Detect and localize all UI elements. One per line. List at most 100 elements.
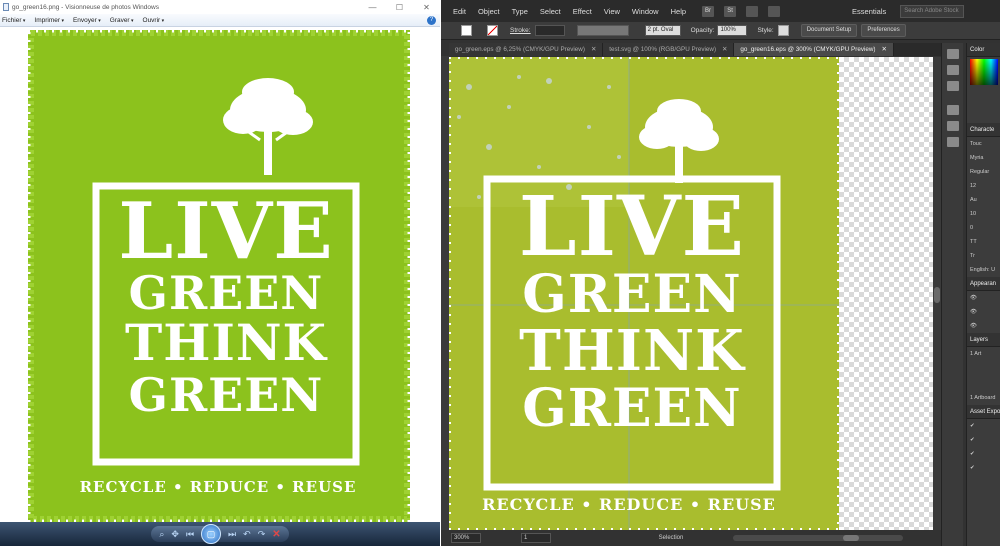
zoom-icon[interactable]: ⌕ [159,529,164,540]
previous-icon[interactable]: ⏮ [186,529,194,540]
tab-test-svg[interactable]: test.svg @ 100% (RGB/GPU Preview) ✕ [603,43,735,56]
minimize-button[interactable]: — [359,3,386,12]
brushes-icon[interactable] [946,65,959,75]
font-size-field[interactable]: 12 [967,179,1000,193]
menu-envoyer[interactable]: Envoyer [73,17,101,24]
character-panel-header[interactable]: Characte [967,123,1000,137]
font-style-field[interactable]: Regular [967,165,1000,179]
adobe-stock-search-input[interactable]: Search Adobe Stock [900,4,965,18]
vertical-scrollbar[interactable] [933,57,941,530]
variable-width-field[interactable] [576,25,629,36]
menu-effect[interactable]: Effect [573,7,592,16]
tab-go-green-eps[interactable]: go_green.eps @ 6,25% (CMYK/GPU Preview) ✕ [449,43,604,56]
brush-definition-field[interactable]: 2 pt. Oval [644,25,681,36]
menu-object[interactable]: Object [478,7,500,16]
close-button[interactable]: ✕ [413,3,440,12]
touch-type-tool[interactable]: Touc [967,137,1000,151]
align-icon[interactable] [946,105,959,115]
stock-icon[interactable]: St [724,5,737,17]
appearance-panel-header[interactable]: Appearan [967,277,1000,291]
status-bar: 300% 1 Selection [449,530,941,546]
rotate-left-icon[interactable]: ↶ [243,529,251,540]
menu-select[interactable]: Select [540,7,561,16]
help-icon[interactable]: ? [427,15,436,25]
opacity-label: Opacity: [690,27,715,34]
character-rotation-field[interactable]: 0 [967,221,1000,235]
gpu-performance-icon[interactable] [768,5,781,17]
close-icon[interactable]: ✕ [722,46,727,53]
tab-label: test.svg @ 100% (RGB/GPU Preview) [609,46,717,53]
stroke-weight-field[interactable] [534,25,565,36]
illustrator-window: Edit Object Type Select Effect View Wind… [441,0,1000,546]
poster-green-text: GREEN [128,266,324,320]
asset-export-panel-header[interactable]: Asset Expo [967,405,1000,419]
layer-row[interactable]: 1 Art [967,347,1000,361]
fill-swatch[interactable] [461,25,472,36]
pathfinder-icon[interactable] [946,137,959,147]
workspace-switcher[interactable]: Essentials [852,7,886,16]
preferences-button[interactable]: Preferences [861,24,906,37]
actual-size-icon[interactable]: ✥ [171,529,179,540]
menu-type[interactable]: Type [512,7,528,16]
visibility-eye-icon[interactable]: 👁 [967,319,1000,333]
scroll-thumb[interactable] [934,287,940,303]
horizontal-scrollbar[interactable] [733,535,903,541]
symbols-icon[interactable] [946,81,959,91]
menu-window[interactable]: Window [632,7,659,16]
next-icon[interactable]: ⏭ [228,529,236,540]
menu-graver[interactable]: Graver [110,17,134,24]
transform-icon[interactable] [946,121,959,131]
tracking-field[interactable]: 10 [967,207,1000,221]
poster-tagline: RECYCLE • REDUCE • REUSE [79,478,357,496]
stroke-label[interactable]: Stroke: [510,27,531,34]
export-checkbox[interactable]: ✔ [967,461,1000,475]
menu-fichier[interactable]: Fichier [2,17,25,24]
close-icon[interactable]: ✕ [882,46,887,53]
opacity-field[interactable]: 100% [717,25,748,36]
document-setup-button[interactable]: Document Setup [800,24,858,37]
color-panel-header[interactable]: Color [967,43,1000,57]
font-family-field[interactable]: Myria [967,151,1000,165]
style-swatch[interactable] [777,25,789,36]
artboard-canvas[interactable]: LIVE GREEN THINK GREEN RECYCLE • REDUCE … [449,57,941,530]
libraries-icon[interactable] [946,49,959,59]
panel-icon-strip [941,43,963,546]
close-icon[interactable]: ✕ [591,46,596,53]
viewer-window-title: go_green16.png - Visionneuse de photos W… [12,3,159,11]
small-caps-button[interactable]: Tr [967,249,1000,263]
export-checkbox[interactable]: ✔ [967,447,1000,461]
arrange-documents-icon[interactable] [746,5,759,17]
menu-imprimer[interactable]: Imprimer [34,17,64,24]
all-caps-button[interactable]: TT [967,235,1000,249]
leading-field[interactable]: Au [967,193,1000,207]
poster-artwork-right: LIVE GREEN THINK GREEN RECYCLE • REDUCE … [449,57,839,530]
poster-think-text: THINK [519,318,745,384]
visibility-eye-icon[interactable]: 👁 [967,291,1000,305]
current-tool-readout[interactable]: Selection [621,535,721,541]
menu-edit[interactable]: Edit [453,7,466,16]
color-spectrum[interactable] [970,59,998,85]
rotate-right-icon[interactable]: ↷ [258,529,266,540]
artboard-number-field[interactable]: 1 [521,533,551,543]
poster-tagline: RECYCLE • REDUCE • REUSE [482,495,776,514]
delete-icon[interactable]: ✕ [272,529,280,540]
maximize-button[interactable]: ☐ [386,3,413,12]
viewer-toolbar: ⌕ ✥ ⏮ ▢ ⏭ ↶ ↷ ✕ [0,522,440,546]
export-checkbox[interactable]: ✔ [967,419,1000,433]
viewer-canvas: LIVE GREEN THINK GREEN RECYCLE • REDUCE … [0,27,440,522]
zoom-level-field[interactable]: 300% [451,533,481,543]
tab-go-green16-eps[interactable]: go_green16.eps @ 300% (CMYK/GPU Preview)… [734,43,894,56]
bridge-icon[interactable]: Br [702,5,715,17]
export-checkbox[interactable]: ✔ [967,433,1000,447]
style-label: Style: [757,27,774,34]
menu-help[interactable]: Help [671,7,686,16]
scroll-thumb[interactable] [843,535,859,541]
menu-view[interactable]: View [604,7,620,16]
slideshow-button[interactable]: ▢ [201,524,222,544]
layer-name: Art [974,351,982,357]
visibility-eye-icon[interactable]: 👁 [967,305,1000,319]
stroke-swatch[interactable] [487,25,498,36]
layers-panel-header[interactable]: Layers [967,333,1000,347]
menu-ouvrir[interactable]: Ouvrir [143,17,165,24]
language-field[interactable]: English: U [967,263,1000,277]
